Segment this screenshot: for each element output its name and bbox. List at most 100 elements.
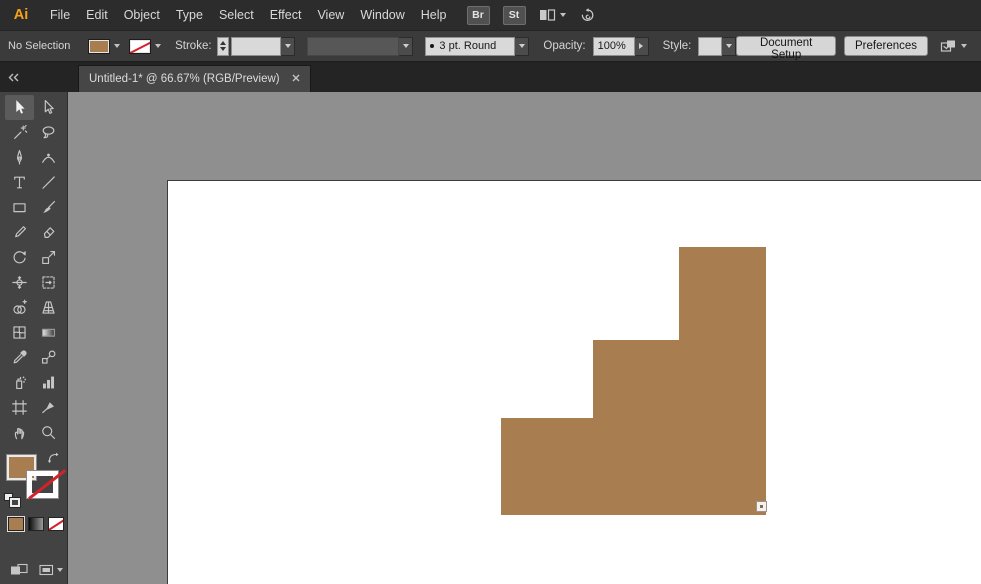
collapse-dock-button[interactable]	[0, 73, 68, 92]
stroke-weight-stepper[interactable]	[216, 36, 230, 56]
menu-select[interactable]: Select	[211, 0, 262, 30]
stroke-weight-dropdown-button[interactable]	[281, 36, 296, 56]
stock-button[interactable]: St	[502, 5, 526, 25]
rectangle-tool-button[interactable]	[5, 195, 34, 220]
direct-selection-cursor-icon	[44, 100, 54, 114]
symbol-sprayer-tool-button[interactable]	[5, 370, 34, 395]
brush-dropdown-button[interactable]	[515, 36, 530, 56]
staircase-shape[interactable]	[168, 181, 981, 584]
eyedropper-icon	[13, 350, 27, 364]
eraser-tool-button[interactable]	[34, 220, 63, 245]
curvature-icon	[41, 153, 55, 163]
menu-type[interactable]: Type	[168, 0, 211, 30]
scale-tool-button[interactable]	[34, 245, 63, 270]
hand-tool-button[interactable]	[5, 420, 34, 445]
menu-help[interactable]: Help	[413, 0, 455, 30]
perspective-grid-tool-button[interactable]	[34, 295, 63, 320]
pen-tool-button[interactable]	[5, 145, 34, 170]
scale-icon	[41, 250, 55, 265]
document-tab[interactable]: Untitled-1* @ 66.67% (RGB/Preview)	[78, 65, 311, 92]
curvature-tool-button[interactable]	[34, 145, 63, 170]
bridge-button[interactable]: Br	[466, 5, 490, 25]
brush-field[interactable]: 3 pt. Round	[425, 36, 516, 56]
gradient-mode-button[interactable]	[28, 517, 44, 531]
live-corner-widget[interactable]	[756, 501, 767, 512]
hand-icon	[14, 427, 24, 440]
opacity-label[interactable]: Opacity:	[543, 40, 585, 52]
blend-tool-button[interactable]	[34, 345, 63, 370]
slice-tool-button[interactable]	[34, 395, 63, 420]
opacity-input[interactable]	[592, 36, 635, 56]
line-segment-tool-button[interactable]	[34, 170, 63, 195]
document-tab-title: Untitled-1* @ 66.67% (RGB/Preview)	[89, 73, 280, 85]
width-profile-dropdown-button[interactable]	[399, 36, 414, 56]
document-setup-button[interactable]: Document Setup	[736, 36, 836, 61]
magic-wand-tool-button[interactable]	[5, 120, 34, 145]
zoom-tool-button[interactable]	[34, 420, 63, 445]
style-dropdown-button[interactable]	[722, 36, 737, 56]
default-fill-stroke-button[interactable]	[4, 493, 22, 508]
tools-panel	[0, 92, 68, 584]
brush-definition-dropdown[interactable]: 3 pt. Round	[425, 36, 530, 56]
shape-builder-tool-button[interactable]	[5, 295, 34, 320]
arrange-documents-icon	[539, 9, 555, 21]
selection-tool-button[interactable]	[4, 95, 34, 120]
type-icon	[13, 176, 25, 189]
arrange-documents-button[interactable]	[539, 8, 566, 22]
eyedropper-tool-button[interactable]	[5, 345, 34, 370]
paintbrush-icon	[42, 200, 55, 213]
menu-object[interactable]: Object	[116, 0, 168, 30]
opacity-flyout-button[interactable]	[634, 36, 649, 56]
chevron-down-icon	[961, 44, 968, 48]
pencil-icon	[14, 226, 26, 238]
staircase-polygon[interactable]	[501, 247, 766, 515]
canvas-area[interactable]	[68, 92, 981, 584]
variable-width-profile-dropdown[interactable]	[307, 36, 414, 56]
drawing-modes-button[interactable]	[10, 563, 28, 577]
fill-color-dropdown[interactable]	[88, 38, 121, 54]
style-label[interactable]: Style:	[663, 40, 692, 52]
step-down-icon	[219, 47, 226, 51]
type-tool-button[interactable]	[5, 170, 34, 195]
artboard-tool-button[interactable]	[5, 395, 34, 420]
draw-normal-icon	[11, 563, 28, 575]
style-dropdown[interactable]	[698, 36, 737, 56]
swap-fill-stroke-button[interactable]	[46, 450, 61, 469]
preferences-button[interactable]: Preferences	[844, 36, 929, 56]
gradient-tool-button[interactable]	[34, 320, 63, 345]
column-graph-tool-button[interactable]	[34, 370, 63, 395]
artboard[interactable]	[167, 180, 981, 584]
stroke-weight-field[interactable]	[231, 36, 282, 56]
opacity-combo[interactable]	[592, 36, 649, 56]
brush-value: 3 pt. Round	[439, 40, 497, 52]
magnifier-icon	[41, 426, 55, 440]
gpu-performance-button[interactable]	[579, 7, 597, 24]
menu-edit[interactable]: Edit	[78, 0, 116, 30]
rotate-tool-button[interactable]	[5, 245, 34, 270]
style-field[interactable]	[698, 36, 723, 56]
lasso-icon	[42, 126, 54, 139]
lasso-tool-button[interactable]	[34, 120, 63, 145]
screen-mode-button[interactable]	[39, 564, 63, 576]
swap-arrows-icon	[47, 452, 59, 464]
color-mode-button[interactable]	[8, 517, 24, 531]
stroke-label[interactable]: Stroke:	[175, 40, 211, 52]
menu-effect[interactable]: Effect	[262, 0, 310, 30]
control-panel-menu-button[interactable]	[940, 39, 968, 54]
direct-selection-tool-button[interactable]	[34, 95, 63, 120]
width-tool-button[interactable]	[5, 270, 34, 295]
paintbrush-tool-button[interactable]	[34, 195, 63, 220]
close-tab-button[interactable]	[292, 73, 300, 85]
menu-file[interactable]: File	[42, 0, 78, 30]
stroke-swatch[interactable]	[26, 469, 66, 500]
chevron-down-icon	[725, 44, 732, 48]
shaper-tool-button[interactable]	[5, 220, 34, 245]
mesh-tool-button[interactable]	[5, 320, 34, 345]
free-transform-tool-button[interactable]	[34, 270, 63, 295]
stroke-color-dropdown[interactable]	[129, 38, 162, 54]
stroke-weight-combo[interactable]	[231, 36, 296, 56]
fill-stroke-indicator	[0, 449, 67, 511]
menu-view[interactable]: View	[309, 0, 352, 30]
menu-window[interactable]: Window	[352, 0, 412, 30]
none-mode-button[interactable]	[48, 517, 64, 531]
